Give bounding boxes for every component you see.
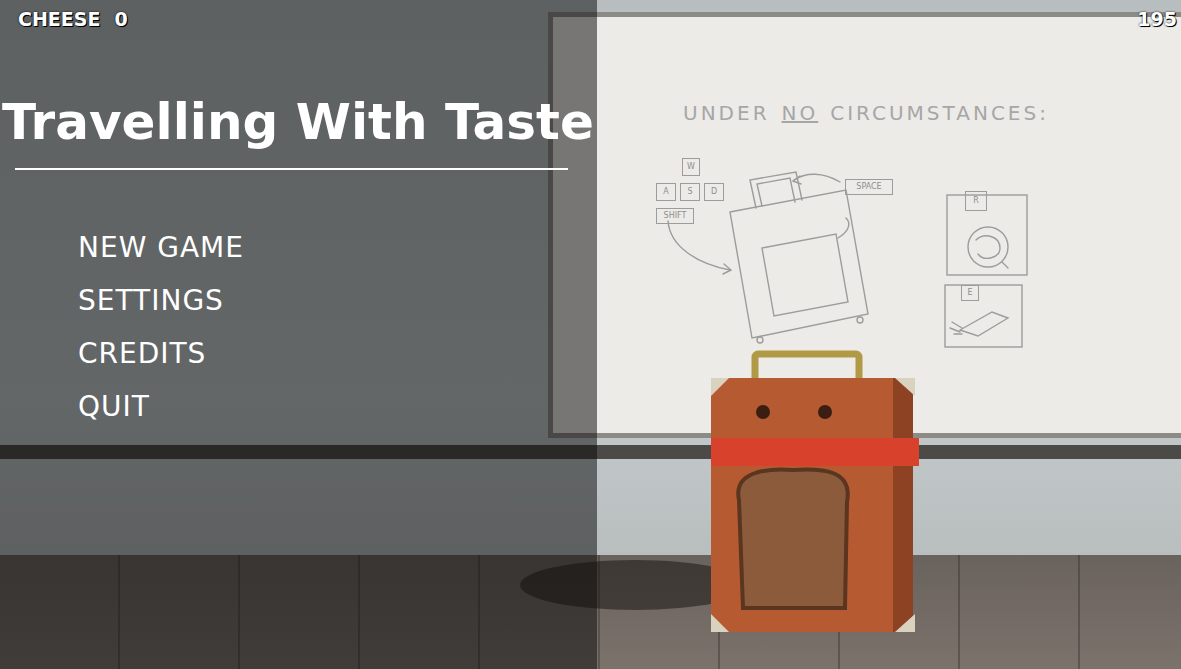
key-sketch: SPACE bbox=[845, 179, 893, 195]
key-sketch: A bbox=[656, 183, 676, 201]
hud: CHEESE 0 195 bbox=[0, 8, 1181, 30]
suitcase-character-icon bbox=[705, 350, 925, 640]
whiteboard-heading: UNDER NO CIRCUMSTANCES: bbox=[683, 101, 1049, 125]
cheese-label: CHEESE bbox=[18, 8, 100, 30]
menu-item[interactable]: QUIT bbox=[78, 390, 597, 424]
menu-item[interactable]: CREDITS bbox=[78, 337, 597, 371]
cheese-count: 0 bbox=[114, 8, 127, 30]
key-sketch: R bbox=[965, 191, 987, 211]
fps-counter: 195 bbox=[1137, 8, 1177, 30]
heading-text: UNDER bbox=[683, 101, 770, 125]
key-sketch: D bbox=[704, 183, 724, 201]
game-title: Travelling With Taste bbox=[2, 92, 597, 152]
title-divider bbox=[15, 168, 568, 170]
menu-item[interactable]: NEW GAME bbox=[78, 231, 597, 265]
key-sketch: E bbox=[961, 285, 979, 301]
main-menu: NEW GAME SETTINGS CREDITS QUIT bbox=[78, 231, 597, 424]
menu-panel: Travelling With Taste NEW GAME SETTINGS CRE… bbox=[0, 0, 597, 669]
key-sketch: SHIFT bbox=[656, 208, 694, 224]
heading-emphasis: NO bbox=[782, 101, 819, 125]
key-sketch: W bbox=[682, 158, 700, 176]
key-sketch: S bbox=[680, 183, 700, 201]
menu-item[interactable]: SETTINGS bbox=[78, 284, 597, 318]
whiteboard: UNDER NO CIRCUMSTANCES: WASD SHIFT SPACE R E bbox=[548, 12, 1181, 438]
heading-text: CIRCUMSTANCES: bbox=[830, 101, 1049, 125]
main-menu-screen: UNDER NO CIRCUMSTANCES: WASD SHIFT SPACE R E Tra… bbox=[0, 0, 1181, 669]
cheese-counter: CHEESE 0 bbox=[18, 8, 128, 30]
controls-sketch-icon bbox=[548, 12, 1181, 442]
